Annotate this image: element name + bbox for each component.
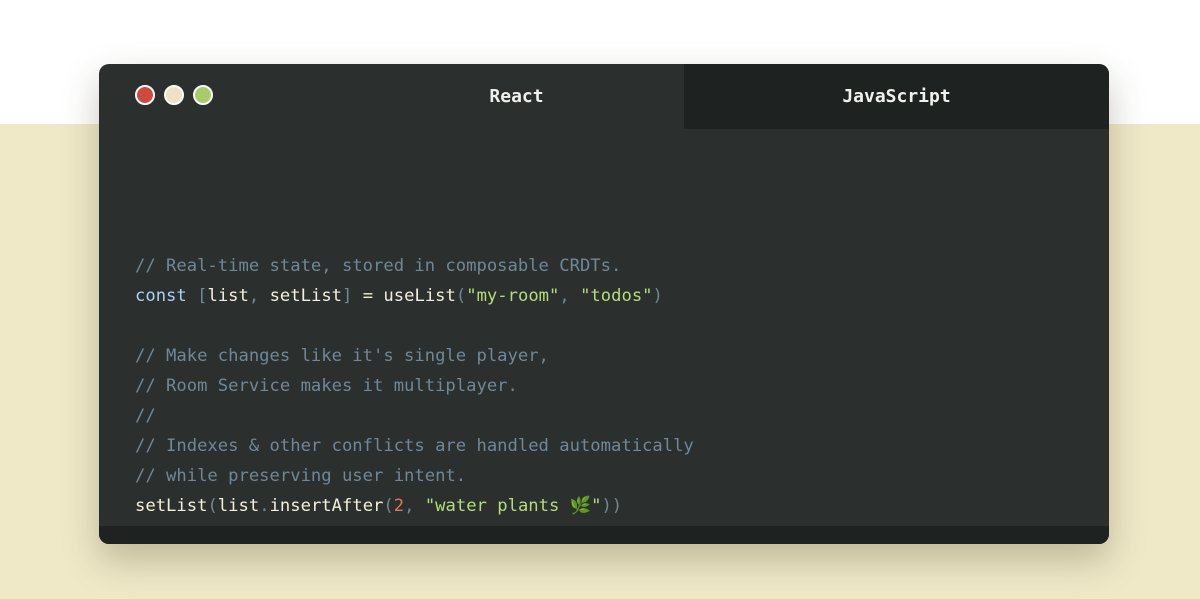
code-line: // Make changes like it's single player, — [135, 341, 694, 371]
code-token-punct: . — [259, 496, 270, 516]
code-token-ident: = useList — [352, 286, 456, 306]
code-token-punct: , — [559, 286, 581, 306]
code-line: // Indexes & other conflicts are handled… — [135, 431, 694, 461]
window-controls — [135, 85, 213, 105]
code-line: // Real-time state, stored in composable… — [135, 251, 694, 281]
code-token-ident: setList — [135, 496, 208, 516]
code-line: // Room Service makes it multiplayer. — [135, 371, 694, 401]
code-token-keyword: const — [135, 286, 187, 306]
code-token-ident: list — [217, 496, 260, 516]
code-token-comment: // Room Service makes it multiplayer. — [135, 376, 518, 396]
code-token-ident: insertAfter — [269, 496, 384, 516]
window-footer-bar — [99, 526, 1109, 544]
maximize-window-button[interactable] — [193, 85, 213, 105]
code-token-ident: setList — [259, 286, 343, 306]
code-token-punct: ] — [342, 286, 353, 306]
minimize-window-button[interactable] — [164, 85, 184, 105]
code-line: const [list, setList] = useList("my-room… — [135, 281, 694, 311]
code-token-punct: ) — [652, 286, 663, 306]
code-token-comment: // Make changes like it's single player, — [135, 346, 549, 366]
code-token-punct: , — [248, 286, 260, 306]
code-token-punct: [ — [197, 286, 208, 306]
code-token-comment: // Indexes & other conflicts are handled… — [135, 436, 694, 456]
code-token-punct: , — [404, 496, 425, 516]
code-token-string: "todos" — [580, 286, 653, 306]
window-titlebar: React JavaScript — [99, 64, 1109, 129]
code-window: React JavaScript // Real-time state, sto… — [99, 64, 1109, 544]
tab-react[interactable]: React — [349, 64, 684, 129]
code-token-comment: // Real-time state, stored in composable… — [135, 256, 622, 276]
code-block: // Real-time state, stored in composable… — [135, 191, 694, 521]
code-token-punct: ( — [455, 286, 467, 306]
code-token-punct: ( — [207, 496, 218, 516]
code-token-ident — [187, 286, 197, 306]
code-token-string: "water plants 🌿" — [424, 496, 602, 516]
code-token-comment: // while preserving user intent. — [135, 466, 467, 486]
code-token-punct: ( — [383, 496, 394, 516]
code-token-punct: )) — [601, 496, 623, 516]
code-line: // while preserving user intent. — [135, 461, 694, 491]
close-window-button[interactable] — [135, 85, 155, 105]
code-token-comment: // — [135, 406, 156, 426]
tab-javascript[interactable]: JavaScript — [684, 64, 1109, 129]
code-token-ident: list — [207, 286, 249, 306]
code-token-number: 2 — [393, 496, 405, 516]
code-token-string: "my-room" — [466, 286, 560, 306]
code-line: setList(list.insertAfter(2, "water plant… — [135, 491, 694, 521]
code-line: // — [135, 401, 694, 431]
